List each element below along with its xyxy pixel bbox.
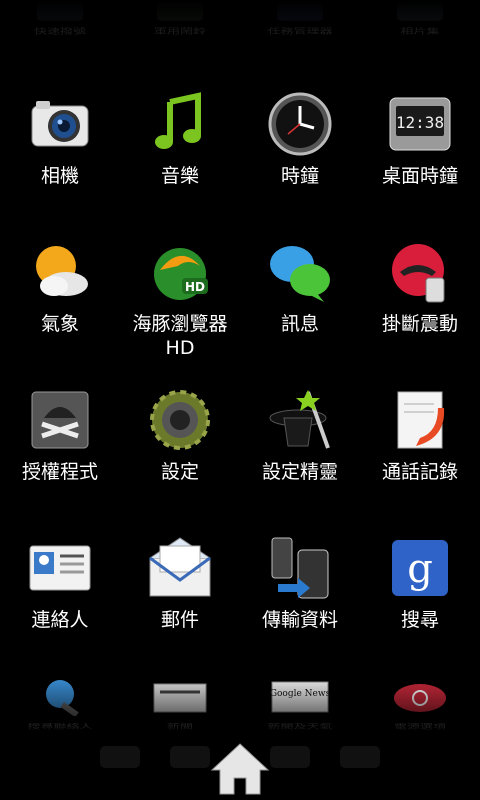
faded-app-2[interactable]: 軍用鬧鈴 — [120, 2, 240, 36]
app-label: 設定 — [160, 461, 199, 483]
app-weather[interactable]: 氣象 — [0, 234, 120, 374]
dock-ghost-icon — [100, 746, 140, 768]
faded-app-1[interactable]: 快速撥號 — [0, 2, 120, 36]
faded-app-news[interactable]: 新聞 — [120, 676, 240, 735]
app-label: 時鐘 — [280, 165, 319, 187]
faded-app-label: 相片集 — [400, 27, 440, 36]
svg-text:HD: HD — [185, 280, 205, 294]
app-label: 連絡人 — [31, 609, 89, 631]
faded-top-row: 快速撥號 軍用鬧鈴 任務管理器 相片集 — [0, 0, 480, 62]
app-label: 氣象 — [40, 313, 79, 335]
faded-app-label: 新聞及天氣 — [267, 722, 333, 731]
call-log-icon — [388, 388, 452, 452]
faded-app-icon — [277, 2, 323, 21]
app-label: 搜尋 — [400, 609, 439, 631]
app-label: 郵件 — [160, 609, 199, 631]
magic-hat-icon — [268, 388, 332, 452]
app-label: 相機 — [40, 165, 79, 187]
faded-app-power[interactable]: 電源選項 — [360, 676, 480, 735]
app-label: 桌面時鐘 — [381, 165, 458, 187]
app-search[interactable]: g 搜尋 — [360, 530, 480, 670]
app-label: 海豚瀏覽器 HD — [132, 313, 228, 359]
contact-card-icon — [28, 536, 92, 600]
phone-transfer-icon — [268, 536, 332, 600]
app-mail[interactable]: 郵件 — [120, 530, 240, 670]
app-camera[interactable]: 相機 — [0, 86, 120, 226]
weather-icon — [28, 240, 92, 304]
faded-app-icon — [397, 2, 443, 21]
faded-app-icon — [157, 2, 203, 21]
superuser-icon — [28, 388, 92, 452]
analog-clock-icon — [268, 92, 332, 156]
app-settings[interactable]: 設定 — [120, 382, 240, 522]
app-dolphin-browser[interactable]: HD 海豚瀏覽器 HD — [120, 234, 240, 374]
faded-app-4[interactable]: 相片集 — [360, 2, 480, 36]
google-search-icon: g — [388, 536, 452, 600]
app-music[interactable]: 音樂 — [120, 86, 240, 226]
gear-icon — [148, 388, 212, 452]
faded-app-label: 搜尋聯絡人 — [27, 722, 93, 731]
newspaper-icon — [150, 676, 210, 716]
chat-bubbles-icon — [268, 240, 332, 304]
app-label: 掛斷震動 — [381, 313, 458, 335]
app-clock[interactable]: 時鐘 — [240, 86, 360, 226]
svg-text:Google News: Google News — [270, 689, 330, 699]
app-setup-wizard[interactable]: 設定精靈 — [240, 382, 360, 522]
app-label: 訊息 — [280, 313, 319, 335]
dock-ghost-icon — [170, 746, 210, 768]
home-icon — [210, 743, 270, 795]
app-desk-clock[interactable]: 12:38 桌面時鐘 — [360, 86, 480, 226]
app-messages[interactable]: 訊息 — [240, 234, 360, 374]
faded-app-label: 軍用鬧鈴 — [153, 27, 206, 36]
music-note-icon — [148, 92, 212, 156]
faded-app-3[interactable]: 任務管理器 — [240, 2, 360, 36]
app-call-log[interactable]: 通話記錄 — [360, 382, 480, 522]
app-data-transfer[interactable]: 傳輸資料 — [240, 530, 360, 670]
digital-clock-icon: 12:38 — [388, 92, 452, 156]
app-hangup-vibrate[interactable]: 掛斷震動 — [360, 234, 480, 374]
hangup-phone-icon — [388, 240, 452, 304]
google-news-icon: Google News — [270, 676, 331, 716]
faded-app-label: 電源選項 — [393, 722, 446, 731]
dock-ghost-icon — [270, 746, 310, 768]
faded-app-search-contacts[interactable]: 搜尋聯絡人 — [0, 676, 120, 735]
person-search-icon — [30, 676, 90, 718]
app-label: 授權程式 — [21, 461, 98, 483]
home-button[interactable] — [208, 740, 272, 796]
faded-app-icon — [37, 2, 83, 21]
power-icon — [390, 676, 450, 716]
app-label: 通話記錄 — [381, 461, 458, 483]
svg-text:12:38: 12:38 — [396, 113, 444, 132]
app-label: 傳輸資料 — [261, 609, 338, 631]
app-label: 音樂 — [160, 165, 199, 187]
camera-icon — [28, 92, 92, 156]
svg-text:g: g — [407, 546, 433, 592]
app-superuser[interactable]: 授權程式 — [0, 382, 120, 522]
app-contacts[interactable]: 連絡人 — [0, 530, 120, 670]
faded-app-label: 新聞 — [166, 722, 193, 731]
mail-envelope-icon — [148, 536, 212, 600]
faded-app-news-weather[interactable]: Google News 新聞及天氣 — [240, 676, 360, 735]
app-label: 設定精靈 — [261, 461, 338, 483]
faded-app-label: 任務管理器 — [267, 27, 333, 36]
faded-app-label: 快速撥號 — [33, 27, 86, 36]
faded-bottom-row: 搜尋聯絡人 新聞 Google News 新聞及天氣 電源選項 — [0, 676, 480, 736]
dock-ghost-icon — [340, 746, 380, 768]
dolphin-browser-icon: HD — [148, 240, 212, 304]
